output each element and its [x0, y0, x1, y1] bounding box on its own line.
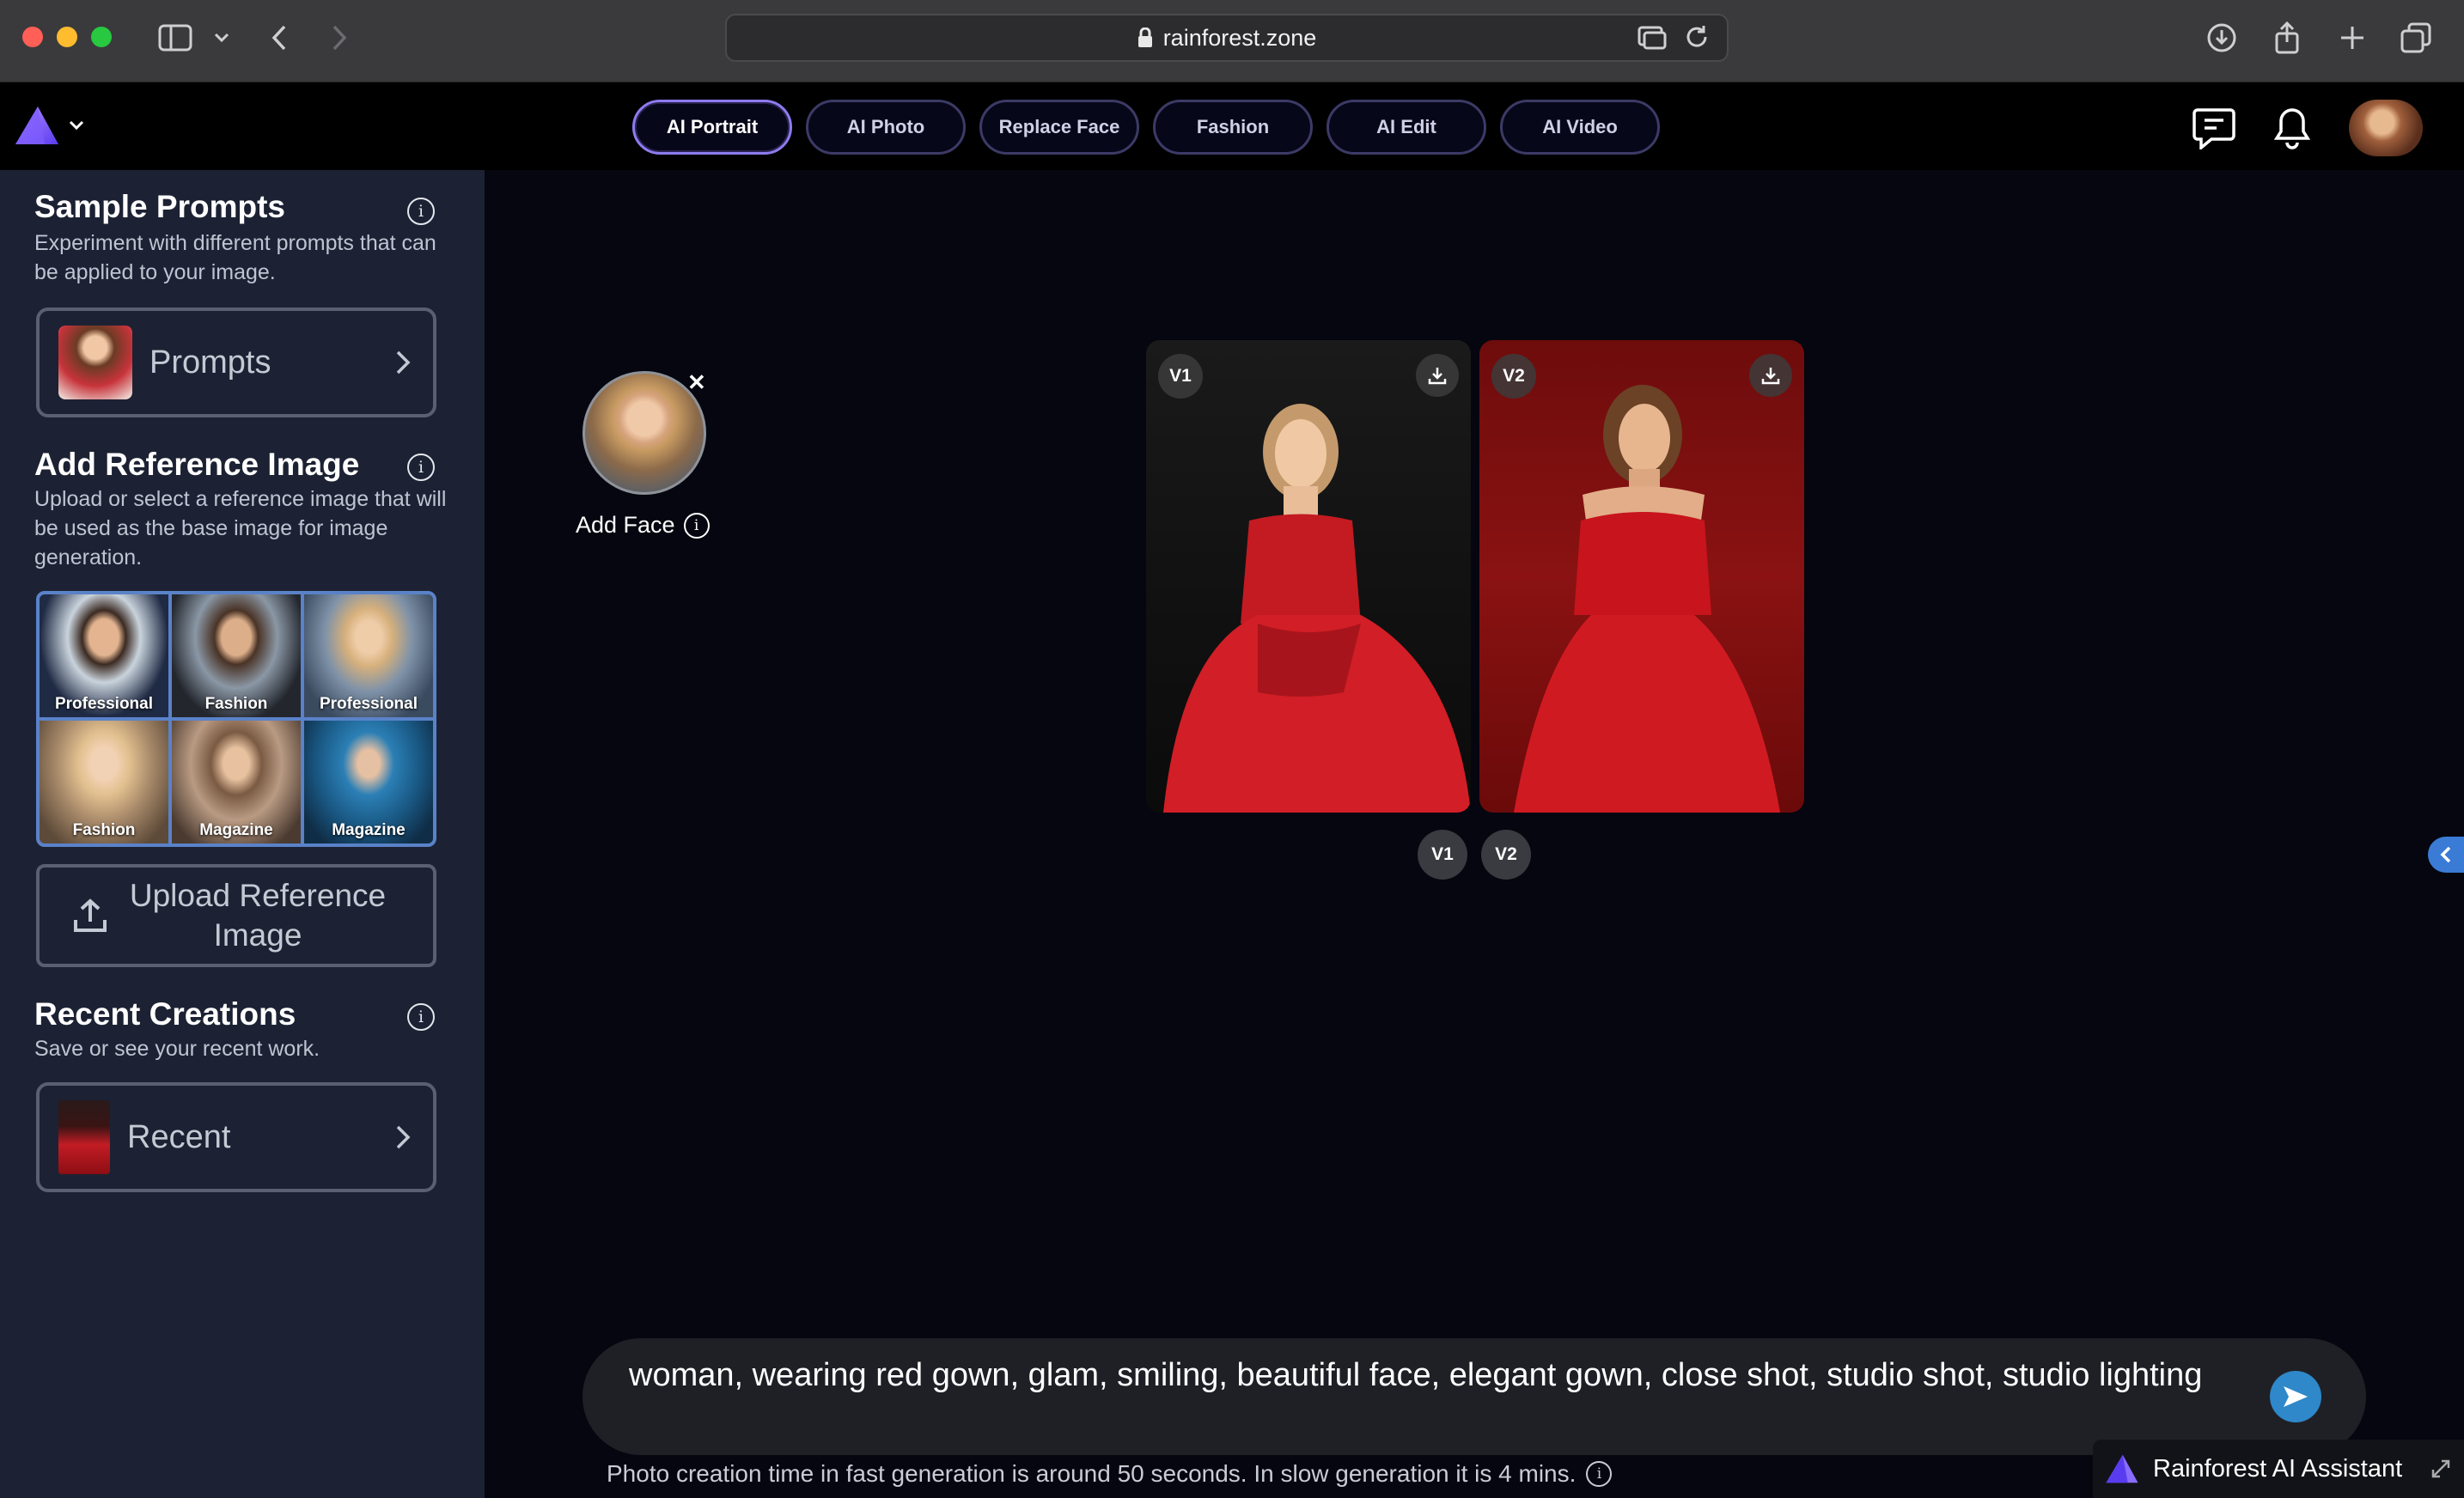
result-image-v2[interactable]: V2	[1479, 340, 1804, 813]
reference-title: Add Reference Image	[34, 447, 360, 482]
recent-button-label: Recent	[127, 1118, 231, 1155]
prompt-input[interactable]: woman, wearing red gown, glam, smiling, …	[582, 1338, 2366, 1455]
send-icon	[2284, 1386, 2308, 1407]
recent-description: Save or see your recent work.	[34, 1037, 320, 1061]
version-badge: V1	[1158, 354, 1203, 399]
generation-time-note: Photo creation time in fast generation i…	[607, 1460, 1613, 1488]
chevron-down-icon	[69, 120, 84, 131]
chat-icon[interactable]	[2193, 107, 2235, 149]
tab-ai-video[interactable]: AI Video	[1500, 100, 1660, 155]
tab-overview-icon[interactable]	[2399, 19, 2433, 57]
tab-ai-portrait[interactable]: AI Portrait	[632, 100, 792, 155]
back-icon[interactable]	[265, 19, 294, 57]
add-face-label: Add Face i	[576, 512, 710, 539]
rainforest-logo-icon	[15, 107, 58, 144]
new-tab-icon[interactable]	[2335, 19, 2369, 57]
reader-icon[interactable]	[1638, 24, 1667, 50]
brand-menu[interactable]	[14, 105, 84, 146]
tab-ai-photo[interactable]: AI Photo	[806, 100, 966, 155]
app-header: AI Portrait AI Photo Replace Face Fashio…	[0, 82, 2464, 170]
prompts-button-label: Prompts	[149, 344, 271, 381]
minimize-window-button[interactable]	[57, 27, 77, 47]
result-image-v1[interactable]: V1	[1146, 340, 1471, 813]
sample-prompts-title: Sample Prompts	[34, 189, 285, 224]
upload-icon	[74, 898, 107, 932]
chevron-right-icon	[396, 1125, 411, 1149]
ai-assistant-launcher[interactable]: Rainforest AI Assistant	[2093, 1440, 2464, 1498]
share-icon[interactable]	[2270, 19, 2304, 57]
reference-thumb-professional-woman[interactable]: Professional	[304, 594, 433, 717]
url-text: rainforest.zone	[1162, 24, 1317, 51]
reference-thumb-fashion-man[interactable]: Fashion	[172, 594, 301, 717]
close-window-button[interactable]	[22, 27, 43, 47]
tab-replace-face[interactable]: Replace Face	[979, 100, 1139, 155]
pager-v1-button[interactable]: V1	[1418, 830, 1467, 880]
reference-thumb-professional-man[interactable]: Professional	[40, 594, 168, 717]
reference-thumb-magazine-blue-hair[interactable]: Magazine	[304, 721, 433, 843]
chevron-down-icon[interactable]	[210, 19, 234, 57]
sidebar: Sample Prompts i Experiment with differe…	[0, 170, 485, 1498]
info-icon[interactable]: i	[407, 198, 435, 225]
prompt-text[interactable]: woman, wearing red gown, glam, smiling, …	[629, 1357, 2202, 1394]
tab-ai-edit[interactable]: AI Edit	[1327, 100, 1486, 155]
send-button[interactable]	[2270, 1371, 2321, 1422]
bell-icon[interactable]	[2273, 107, 2311, 149]
reference-description: Upload or select a reference image that …	[34, 487, 447, 569]
address-bar[interactable]: rainforest.zone	[725, 14, 1729, 62]
download-icon[interactable]	[2205, 19, 2239, 57]
prompts-thumbnail	[58, 326, 132, 399]
forward-icon[interactable]	[325, 19, 354, 57]
sidebar-toggle-icon[interactable]	[155, 19, 196, 57]
pager-v2-button[interactable]: V2	[1481, 830, 1531, 880]
main-workspace	[485, 170, 2464, 1498]
info-icon[interactable]: i	[1586, 1461, 1613, 1487]
sample-prompts-description: Experiment with different prompts that c…	[34, 231, 436, 284]
info-icon[interactable]: i	[407, 1003, 435, 1031]
rainforest-logo-icon	[2106, 1454, 2138, 1483]
recent-button[interactable]: Recent	[36, 1082, 436, 1192]
info-icon[interactable]: i	[683, 512, 710, 539]
zoom-window-button[interactable]	[91, 27, 112, 47]
recent-thumbnail	[58, 1100, 110, 1174]
prompts-button[interactable]: Prompts	[36, 308, 436, 417]
portrait-red-gown-standing	[1514, 385, 1780, 813]
upload-reference-label: Upload Reference Image	[129, 878, 387, 953]
tab-fashion[interactable]: Fashion	[1153, 100, 1313, 155]
portrait-red-gown-seated	[1163, 404, 1471, 813]
collapse-panel-button[interactable]	[2428, 837, 2464, 873]
info-icon[interactable]: i	[407, 454, 435, 481]
upload-reference-button[interactable]: Upload Reference Image	[36, 864, 436, 967]
browser-toolbar: rainforest.zone	[0, 0, 2464, 82]
reload-icon[interactable]	[1684, 24, 1710, 50]
assistant-label: Rainforest AI Assistant	[2153, 1454, 2403, 1483]
tool-tabs: AI Portrait AI Photo Replace Face Fashio…	[632, 100, 1660, 155]
download-icon[interactable]	[1749, 354, 1792, 397]
version-badge: V2	[1491, 354, 1536, 399]
recent-title: Recent Creations	[34, 996, 296, 1032]
expand-icon[interactable]	[2431, 1459, 2450, 1478]
chevron-right-icon	[396, 350, 411, 374]
reference-thumb-magazine-woman[interactable]: Magazine	[172, 721, 301, 843]
user-avatar[interactable]	[2349, 100, 2423, 156]
lock-icon	[1137, 27, 1152, 47]
reference-thumb-fashion-woman[interactable]: Fashion	[40, 721, 168, 843]
download-icon[interactable]	[1416, 354, 1459, 397]
reference-image-grid: Professional Fashion Professional Fashio…	[36, 591, 436, 847]
chevron-left-icon	[2440, 846, 2451, 863]
close-icon[interactable]: ✕	[687, 369, 706, 396]
